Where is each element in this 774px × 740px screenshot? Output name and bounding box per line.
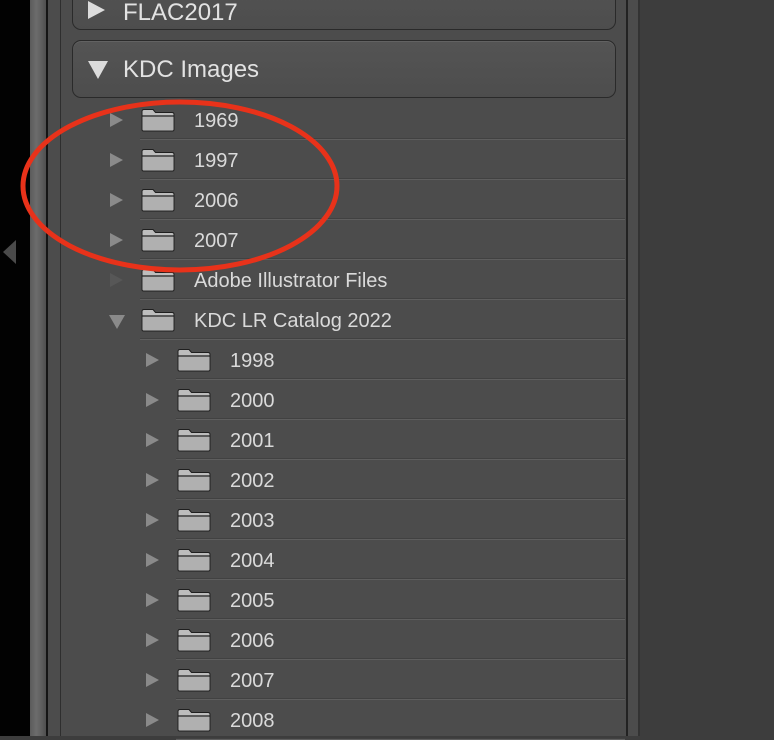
folder-label: 2001	[230, 430, 275, 452]
disclosure-triangle-right-icon[interactable]	[146, 633, 159, 647]
folder-row[interactable]: KDC LR Catalog 2022	[104, 300, 625, 340]
folder-row[interactable]: 2001	[140, 420, 625, 460]
folder-label: 2007	[194, 230, 239, 252]
folder-label: 2006	[230, 630, 275, 652]
folder-icon	[177, 588, 211, 612]
divider	[60, 0, 61, 736]
volume-header-kdc-images[interactable]: KDC Images	[72, 40, 616, 98]
disclosure-triangle-down-icon[interactable]	[109, 315, 125, 329]
folder-row[interactable]: 2007	[104, 220, 625, 260]
folder-icon	[177, 428, 211, 452]
folder-row[interactable]: 1998	[140, 340, 625, 380]
folder-label: KDC LR Catalog 2022	[194, 310, 392, 332]
folder-row[interactable]: 2004	[140, 540, 625, 580]
left-panel-strip	[0, 0, 30, 736]
folder-row[interactable]: 2007	[140, 660, 625, 700]
folder-row[interactable]: 2006	[104, 180, 625, 220]
folder-label: 1998	[230, 350, 275, 372]
folder-icon	[177, 708, 211, 732]
folder-row[interactable]: 1969	[104, 100, 625, 140]
folder-row[interactable]: 2003	[140, 500, 625, 540]
folder-icon	[177, 348, 211, 372]
disclosure-triangle-right-icon[interactable]	[146, 553, 159, 567]
folder-row[interactable]: Adobe Illustrator Files	[104, 260, 625, 300]
volume-label: KDC Images	[123, 56, 260, 83]
folder-label: 2006	[194, 190, 239, 212]
folder-icon	[141, 108, 175, 132]
folder-icon	[177, 668, 211, 692]
folder-label: 2007	[230, 670, 275, 692]
folder-label: 2005	[230, 590, 275, 612]
folder-row[interactable]: 2006	[140, 620, 625, 660]
folder-icon	[141, 268, 175, 292]
disclosure-triangle-right-icon[interactable]	[146, 713, 159, 727]
folder-row[interactable]: 2005	[140, 580, 625, 620]
collapse-left-panel-icon[interactable]	[3, 240, 16, 264]
disclosure-triangle-right-icon[interactable]	[110, 193, 123, 207]
main-area	[640, 0, 774, 736]
folder-icon	[177, 388, 211, 412]
volume-header-flac2017[interactable]: FLAC2017	[72, 0, 616, 30]
folder-label: 1969	[194, 110, 239, 132]
folder-icon	[141, 188, 175, 212]
folder-icon	[177, 508, 211, 532]
disclosure-triangle-right-icon[interactable]	[110, 113, 123, 127]
disclosure-triangle-right-icon[interactable]	[146, 473, 159, 487]
folder-label: 2000	[230, 390, 275, 412]
disclosure-triangle-right-icon[interactable]	[146, 393, 159, 407]
divider	[626, 0, 628, 736]
disclosure-triangle-right-icon[interactable]	[110, 233, 123, 247]
folder-row[interactable]: 2008	[140, 700, 625, 740]
folder-icon	[141, 308, 175, 332]
folder-label: 1997	[194, 150, 239, 172]
folder-label: 2004	[230, 550, 275, 572]
folder-row[interactable]: 2000	[140, 380, 625, 420]
folder-label: 2003	[230, 510, 275, 532]
disclosure-triangle-right-icon[interactable]	[146, 673, 159, 687]
folder-icon	[177, 548, 211, 572]
folder-row[interactable]: 1997	[104, 140, 625, 180]
disclosure-triangle-right-icon[interactable]	[146, 353, 159, 367]
folder-icon	[177, 628, 211, 652]
disclosure-triangle-down-icon[interactable]	[88, 61, 108, 79]
disclosure-triangle-right-icon[interactable]	[146, 433, 159, 447]
volume-label: FLAC2017	[123, 0, 238, 26]
empty-folder-triangle-icon	[110, 273, 123, 287]
folder-label: Adobe Illustrator Files	[194, 270, 388, 292]
folder-label: 2002	[230, 470, 275, 492]
left-panel-scrollbar[interactable]	[30, 0, 46, 736]
folder-icon	[141, 148, 175, 172]
disclosure-triangle-right-icon[interactable]	[110, 153, 123, 167]
disclosure-triangle-right-icon[interactable]	[146, 513, 159, 527]
folder-icon	[141, 228, 175, 252]
folder-label: 2008	[230, 710, 275, 732]
folder-row[interactable]: 2002	[140, 460, 625, 500]
folder-icon	[177, 468, 211, 492]
disclosure-triangle-right-icon[interactable]	[146, 593, 159, 607]
disclosure-triangle-right-icon[interactable]	[88, 1, 105, 19]
